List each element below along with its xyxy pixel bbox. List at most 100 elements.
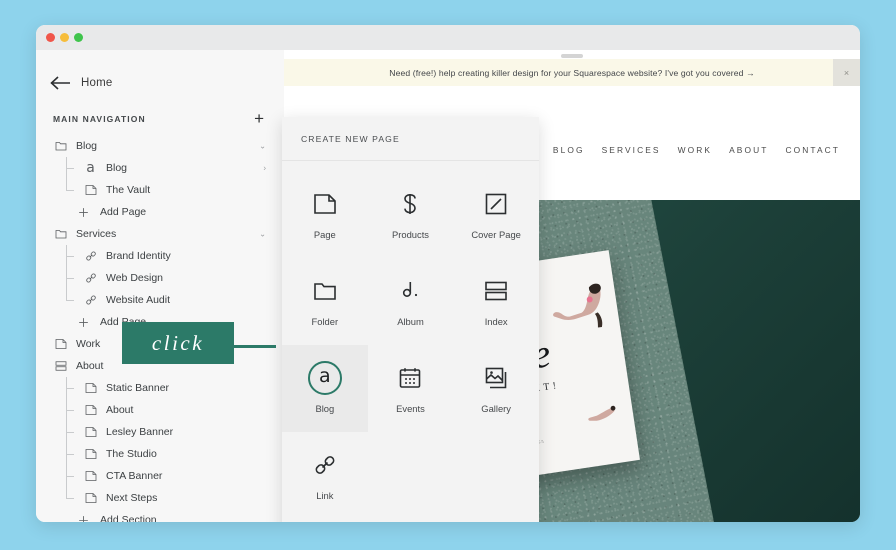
page-type-album[interactable]: Album xyxy=(368,258,454,345)
plus-icon xyxy=(76,316,91,329)
sidebar-item-label: Blog xyxy=(76,140,98,152)
sidebar-item-web-design[interactable]: Web Design xyxy=(36,267,284,289)
promo-banner-text: Need (free!) help creating killer design… xyxy=(389,67,755,78)
index-icon xyxy=(53,360,68,372)
sidebar-item-label: Brand Identity xyxy=(106,250,171,262)
selected-highlight-ring: a xyxy=(307,360,342,395)
sidebar-item-the-studio[interactable]: The Studio xyxy=(36,443,284,465)
music-icon xyxy=(398,277,422,305)
sidebar-item-brand-identity[interactable]: Brand Identity xyxy=(36,245,284,267)
page-icon xyxy=(313,190,337,218)
folder-icon xyxy=(53,228,68,240)
sidebar-item-label: Work xyxy=(76,338,101,350)
gallery-icon xyxy=(484,364,508,392)
minimize-window-button[interactable] xyxy=(60,33,69,42)
page-type-folder[interactable]: Folder xyxy=(282,258,368,345)
close-window-button[interactable] xyxy=(46,33,55,42)
page-type-label: Folder xyxy=(311,315,339,327)
close-icon[interactable]: × xyxy=(833,59,860,86)
plus-icon xyxy=(76,514,91,522)
chevron-right-icon[interactable]: › xyxy=(263,164,266,173)
sidebar-item-cta-banner[interactable]: CTA Banner xyxy=(36,465,284,487)
main-navigation-title: MAIN NAVIGATION xyxy=(53,113,146,124)
page-icon xyxy=(83,448,98,460)
page-type-blog[interactable]: a Blog xyxy=(282,345,368,432)
sidebar-item-services[interactable]: Services ⌄ xyxy=(36,223,284,245)
sidebar-item-website-audit[interactable]: Website Audit xyxy=(36,289,284,311)
sidebar-item-label: CTA Banner xyxy=(106,470,163,482)
page-type-cover-page[interactable]: Cover Page xyxy=(453,171,539,258)
calendar-icon xyxy=(398,364,422,392)
add-navigation-item-button[interactable]: + xyxy=(254,110,264,127)
page-icon xyxy=(83,492,98,504)
page-type-products[interactable]: Products xyxy=(368,171,454,258)
page-type-label: Link xyxy=(316,489,334,501)
click-annotation-label: click xyxy=(151,330,205,355)
sidebar-item-static-banner[interactable]: Static Banner xyxy=(36,377,284,399)
sidebar-item-about[interactable]: About xyxy=(36,399,284,421)
site-nav-item-blog[interactable]: BLOG xyxy=(553,145,585,155)
page-type-label: Blog xyxy=(315,402,335,414)
blog-a-icon: a xyxy=(86,160,95,176)
tree-connector xyxy=(66,245,77,267)
sidebar-item-blog[interactable]: a Blog › xyxy=(36,157,284,179)
window-titlebar xyxy=(36,25,860,50)
site-navigation: BLOG SERVICES WORK ABOUT CONTACT xyxy=(553,145,840,155)
site-nav-item-about[interactable]: ABOUT xyxy=(729,145,768,155)
site-nav-item-services[interactable]: SERVICES xyxy=(602,145,661,155)
sidebar-item-add-section[interactable]: Add Section xyxy=(36,509,284,522)
page-type-page[interactable]: Page xyxy=(282,171,368,258)
panel-header: CREATE NEW PAGE xyxy=(282,117,539,161)
page-icon xyxy=(83,404,98,416)
sidebar-item-next-steps[interactable]: Next Steps xyxy=(36,487,284,509)
page-type-label: Gallery xyxy=(481,402,511,414)
browser-window: Home MAIN NAVIGATION + Blog ⌄ a Blog › The Va… xyxy=(36,25,860,522)
link-icon xyxy=(83,294,98,306)
preview-drag-handle[interactable] xyxy=(561,54,583,58)
sidebar-item-label: About xyxy=(76,360,104,372)
tree-connector xyxy=(66,289,77,311)
page-type-gallery[interactable]: Gallery xyxy=(453,345,539,432)
page-type-link[interactable]: Link xyxy=(282,432,368,519)
sidebar: Home MAIN NAVIGATION + Blog ⌄ a Blog › The Va… xyxy=(36,50,284,522)
tree-connector xyxy=(66,399,77,421)
sidebar-item-label: Static Banner xyxy=(106,382,170,394)
sidebar-item-label: The Studio xyxy=(106,448,157,460)
page-type-events[interactable]: Events xyxy=(368,345,454,432)
sidebar-item-label: Next Steps xyxy=(106,492,158,504)
sidebar-item-the-vault[interactable]: The Vault xyxy=(36,179,284,201)
tree-connector xyxy=(66,487,77,509)
tree-connector xyxy=(66,179,77,201)
page-type-grid: Page Products Cover Page Folder Album Index a B… xyxy=(282,161,539,519)
page-icon xyxy=(83,184,98,196)
index-icon xyxy=(484,277,508,305)
site-nav-item-contact[interactable]: CONTACT xyxy=(785,145,840,155)
plus-icon xyxy=(76,206,91,219)
page-type-label: Page xyxy=(313,228,336,240)
sidebar-item-lesley-banner[interactable]: Lesley Banner xyxy=(36,421,284,443)
tree-connector xyxy=(66,443,77,465)
page-icon xyxy=(53,338,68,350)
sidebar-item-blog[interactable]: Blog ⌄ xyxy=(36,135,284,157)
site-nav-item-work[interactable]: WORK xyxy=(678,145,712,155)
sidebar-item-label: The Vault xyxy=(106,184,151,196)
tree-connector xyxy=(66,377,77,399)
sidebar-item-add-page[interactable]: Add Page xyxy=(36,201,284,223)
sidebar-item-label: Website Audit xyxy=(106,294,171,306)
page-type-label: Album xyxy=(397,315,424,327)
link-icon xyxy=(313,451,337,479)
create-new-page-panel: CREATE NEW PAGE Page Products Cover Page Fo… xyxy=(282,117,539,522)
chevron-down-icon[interactable]: ⌄ xyxy=(259,230,266,239)
tree-connector xyxy=(66,421,77,443)
page-type-index[interactable]: Index xyxy=(453,258,539,345)
back-arrow-icon xyxy=(50,76,72,90)
sidebar-item-label: About xyxy=(106,404,134,416)
chevron-down-icon[interactable]: ⌄ xyxy=(259,142,266,151)
maximize-window-button[interactable] xyxy=(74,33,83,42)
back-to-home-button[interactable]: Home xyxy=(36,50,284,98)
dollar-icon xyxy=(398,190,422,218)
main-navigation-header: MAIN NAVIGATION + xyxy=(36,98,284,127)
tree-connector xyxy=(66,465,77,487)
page-type-label: Cover Page xyxy=(471,228,521,240)
promo-banner: Need (free!) help creating killer design… xyxy=(284,59,860,86)
